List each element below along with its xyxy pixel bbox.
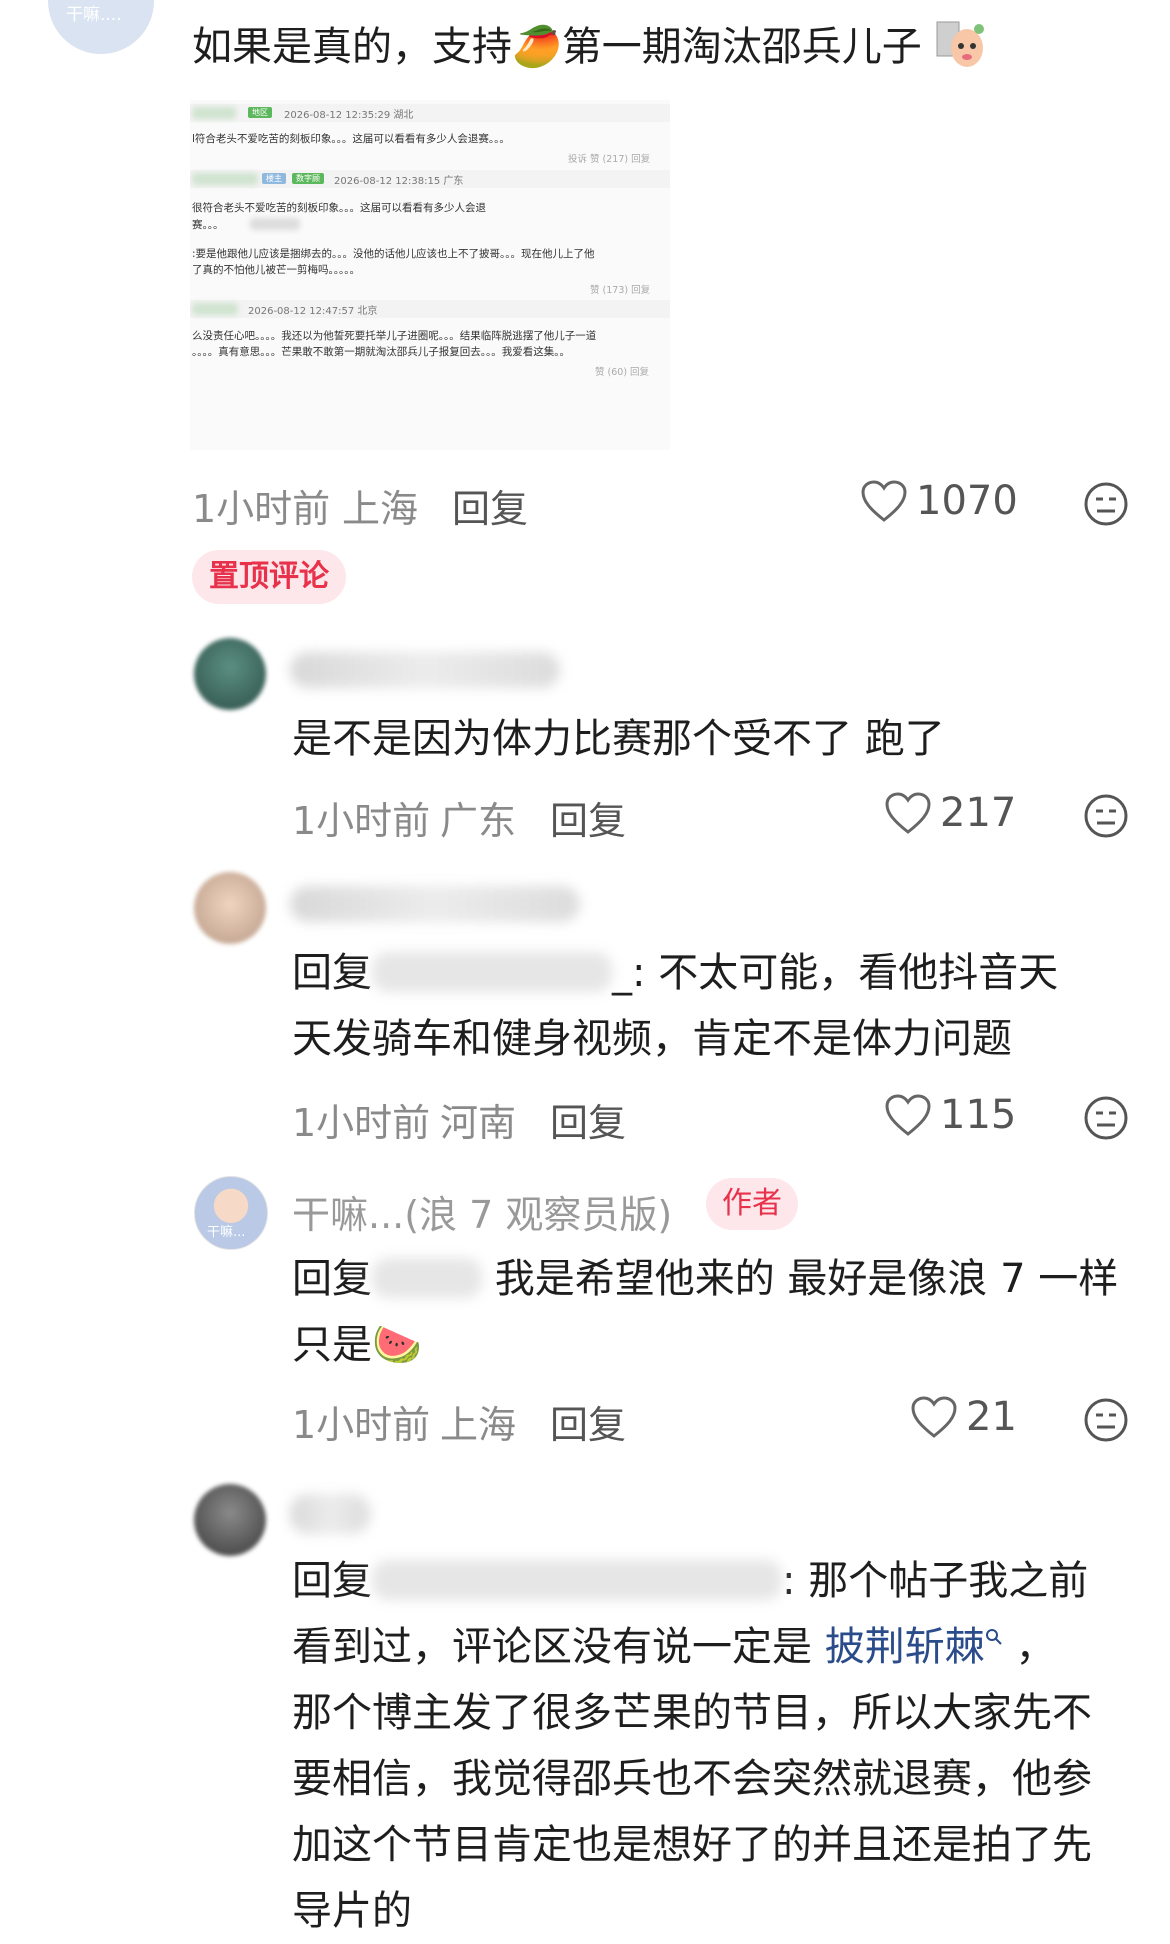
- blurred-username: [290, 1494, 370, 1534]
- blurred-username: [290, 886, 580, 922]
- like-button[interactable]: 115: [884, 1092, 1016, 1138]
- shot-date: 2026-08-12 12:35:29 湖北: [284, 110, 414, 121]
- author-avatar[interactable]: 干嘛...: [194, 1176, 268, 1250]
- like-count: 217: [940, 790, 1017, 836]
- dislike-face-icon[interactable]: [1082, 480, 1130, 528]
- author-badge: 作者: [706, 1178, 798, 1230]
- like-count: 115: [940, 1092, 1017, 1138]
- watermelon-emoji: 🍉: [372, 1322, 422, 1368]
- reply-content: 看到过，评论区没有说一定是: [292, 1624, 812, 1670]
- heart-icon: [885, 792, 931, 834]
- reply-avatar[interactable]: [194, 1484, 266, 1556]
- like-count: 1070: [916, 478, 1018, 524]
- top-comment-avatar[interactable]: 干嘛....: [48, 0, 154, 54]
- blurred-mention: [372, 1560, 782, 1600]
- author-username[interactable]: 干嘛...(浪 7 观察员版): [292, 1184, 672, 1239]
- blurred-quote: [250, 218, 300, 230]
- dislike-face-icon[interactable]: [1082, 1396, 1130, 1444]
- heart-icon: [911, 1396, 957, 1438]
- reply-text-line6: 导片的: [292, 1888, 412, 1934]
- reply-content: : 那个帖子我之前: [782, 1558, 1089, 1604]
- shot-line: :要是他跟他儿应该是捆绑去的。。。没他的话他儿应该也上不了披哥。。。现在他儿上了…: [192, 248, 595, 260]
- comment-location: 上海: [440, 1403, 517, 1447]
- top-comment-text-a: 如果是真的，支持: [192, 24, 512, 70]
- comment-time: 1小时前: [292, 1101, 431, 1145]
- heart-icon: [861, 480, 907, 522]
- reply-text-line1: 回复 _: 不太可能，看他抖音天: [292, 940, 1058, 1006]
- comment-screenshot-image[interactable]: 地区 2026-08-12 12:35:29 湖北 l符合老头不爱吃苦的刻板印象…: [190, 100, 670, 450]
- reply-text-line3: 那个博主发了很多芒果的节目，所以大家先不: [292, 1690, 1092, 1736]
- blurred-username: [192, 107, 236, 119]
- search-mention-link[interactable]: 披荆斩棘: [825, 1624, 1003, 1670]
- comment-location: 河南: [440, 1101, 517, 1145]
- shot-line: l符合老头不爱吃苦的刻板印象。。。这届可以看看有多少人会退赛。。。: [192, 133, 510, 145]
- reply-text-line1: 回复 : 那个帖子我之前: [292, 1548, 1088, 1614]
- mango-emoji: 🥭: [512, 24, 562, 70]
- reply-text-line4: 要相信，我觉得邵兵也不会突然就退赛，他参: [292, 1756, 1092, 1802]
- dislike-face-icon[interactable]: [1082, 1094, 1130, 1142]
- reply-avatar[interactable]: [194, 872, 266, 944]
- reply-text-line1: 回复 我是希望他来的 最好是像浪 7 一样: [292, 1246, 1118, 1312]
- mention-text: 披荆斩棘: [824, 1624, 985, 1670]
- reply-text: 是不是因为体力比赛那个受不了 跑了: [292, 716, 945, 762]
- shot-date: 2026-08-12 12:47:57 北京: [248, 306, 378, 317]
- shot-line: 很符合老头不爱吃苦的刻板印象。。。这届可以看看有多少人会退: [192, 202, 486, 214]
- blurred-mention: [372, 1258, 482, 1298]
- search-icon: [985, 1629, 1002, 1645]
- like-count: 21: [966, 1394, 1017, 1440]
- blurred-username: [192, 303, 238, 315]
- blurred-username: [192, 173, 258, 185]
- like-button[interactable]: 1070: [860, 478, 1018, 524]
- comment-time: 1小时前: [292, 799, 431, 843]
- shot-tag: 数字顾: [292, 173, 324, 184]
- shot-foot: 投诉 赞 (217) 回复: [568, 154, 651, 165]
- top-comment-text-b: 第一期淘汰邵兵儿子: [561, 24, 922, 70]
- reply-button[interactable]: 回复: [550, 1092, 626, 1147]
- reply-content: 我是希望他来的 最好是像浪 7 一样: [494, 1256, 1119, 1302]
- blurred-mention: [372, 952, 612, 992]
- reply-text-line2: 看到过，评论区没有说一定是 披荆斩棘 ，: [292, 1614, 1055, 1680]
- comment-time: 1小时前: [192, 487, 331, 531]
- reply-prefix: 回复: [292, 1558, 372, 1604]
- comment-time: 1小时前: [292, 1403, 431, 1447]
- sticker-icon: [935, 20, 985, 70]
- reply-prefix: 回复: [292, 950, 372, 996]
- shot-line: 了真的不怕他儿被芒一剪梅吗。。。。。: [192, 264, 360, 276]
- shot-tag: 地区: [248, 107, 272, 118]
- reply-avatar[interactable]: [194, 638, 266, 710]
- reply-text-line2: 天发骑车和健身视频，肯定不是体力问题: [292, 1016, 1012, 1062]
- like-button[interactable]: 217: [884, 790, 1016, 836]
- like-button[interactable]: 21: [910, 1394, 1017, 1440]
- avatar-label: 干嘛...: [207, 1225, 246, 1240]
- comment-location: 广东: [440, 799, 517, 843]
- shot-foot: 赞 (173) 回复: [590, 285, 651, 296]
- comment-location: 上海: [342, 487, 419, 531]
- shot-line: 赛。。。: [192, 219, 224, 231]
- shot-line: 。。。。真有意思。。。芒果敢不敢第一期就淘汰邵兵儿子报复回去。。。我爱看这集。。: [192, 346, 570, 358]
- heart-icon: [885, 1094, 931, 1136]
- dislike-face-icon[interactable]: [1082, 792, 1130, 840]
- pinned-badge: 置顶评论: [192, 550, 346, 604]
- shot-line: 么没责任心吧。。。。我还以为他誓死要托举儿子进圈呢。。。结果临阵脱逃摆了他儿子一…: [192, 330, 597, 342]
- reply-content: 只是: [292, 1322, 372, 1368]
- avatar-label: 干嘛....: [66, 5, 122, 25]
- reply-prefix: 回复: [292, 1256, 372, 1302]
- top-comment-text: 如果是真的，支持🥭第一期淘汰邵兵儿子: [192, 14, 985, 72]
- shot-tag: 楼主: [262, 173, 286, 184]
- shot-date: 2026-08-12 12:38:15 广东: [334, 176, 464, 187]
- reply-button[interactable]: 回复: [550, 1394, 626, 1449]
- reply-content: _: 不太可能，看他抖音天: [612, 950, 1059, 996]
- reply-button[interactable]: 回复: [550, 790, 626, 845]
- reply-button[interactable]: 回复: [452, 478, 528, 533]
- reply-text-line2: 只是🍉: [292, 1312, 422, 1378]
- shot-foot: 赞 (60) 回复: [595, 367, 650, 378]
- reply-content: ，: [1015, 1624, 1056, 1670]
- reply-text-line5: 加这个节目肯定也是想好了的并且还是拍了先: [292, 1822, 1092, 1868]
- blurred-username: [290, 652, 560, 688]
